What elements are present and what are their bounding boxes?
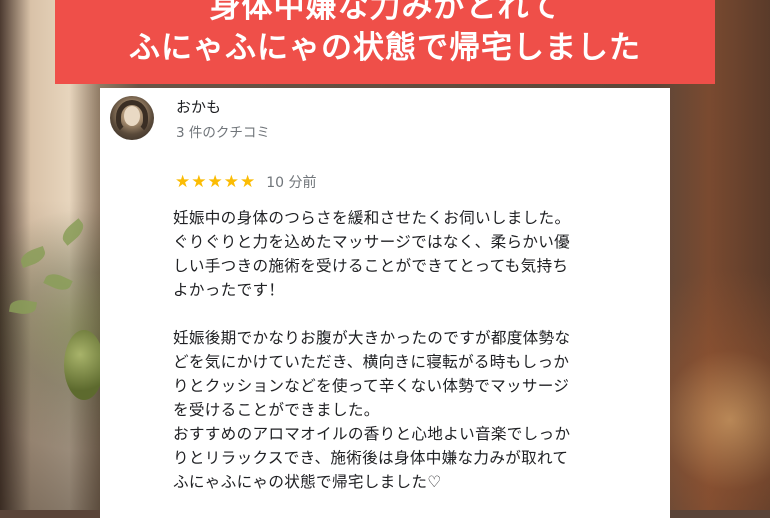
review-line: ふにゃふにゃの状態で帰宅しました♡: [173, 473, 442, 491]
review-card: おかも 3 件のクチコミ ★★★★★ 10 分前 妊娠中の身体のつらさを緩和させ…: [100, 88, 670, 518]
review-time: 10 分前: [266, 175, 317, 191]
background-plant: [64, 330, 104, 400]
avatar-face: [124, 106, 140, 126]
review-text: 妊娠中の身体のつらさを緩和させたくお伺いしました。 ぐりぐりと力を込めたマッサー…: [173, 206, 653, 494]
headline-line-1: 身体中嫌な力みがとれて: [209, 0, 561, 25]
review-line: おすすめのアロマオイルの香りと心地よい音楽でしっか: [173, 425, 571, 443]
headline-banner: 身体中嫌な力みがとれて ふにゃふにゃの状態で帰宅しました: [55, 0, 715, 84]
review-line: りとクッションなどを使って辛くない体勢でマッサージ: [173, 377, 570, 395]
review-line: どを気にかけていただき、横向きに寝転がる時もしっか: [173, 353, 570, 371]
review-line: を受けることができました。: [173, 401, 380, 419]
star-rating-icon: ★★★★★: [175, 172, 257, 192]
review-line: しい手つきの施術を受けることができてとっても気持ち: [173, 257, 569, 275]
review-line: りとリラックスでき、施術後は身体中嫌な力みが取れて: [173, 449, 569, 467]
reviewer-name[interactable]: おかも: [176, 96, 221, 117]
review-line: 妊娠後期でかなりお腹が大きかったのですが都度体勢な: [173, 329, 571, 347]
review-line: ぐりぐりと力を込めたマッサージではなく、柔らかい優: [173, 233, 571, 251]
review-count[interactable]: 3 件のクチコミ: [176, 121, 270, 141]
avatar[interactable]: [110, 96, 154, 140]
headline-line-2: ふにゃふにゃの状態で帰宅しました: [129, 30, 641, 66]
review-line: 妊娠中の身体のつらさを緩和させたくお伺いしました。: [173, 209, 571, 227]
rating-row: ★★★★★ 10 分前: [175, 172, 316, 192]
review-line: よかったです！: [173, 281, 285, 299]
